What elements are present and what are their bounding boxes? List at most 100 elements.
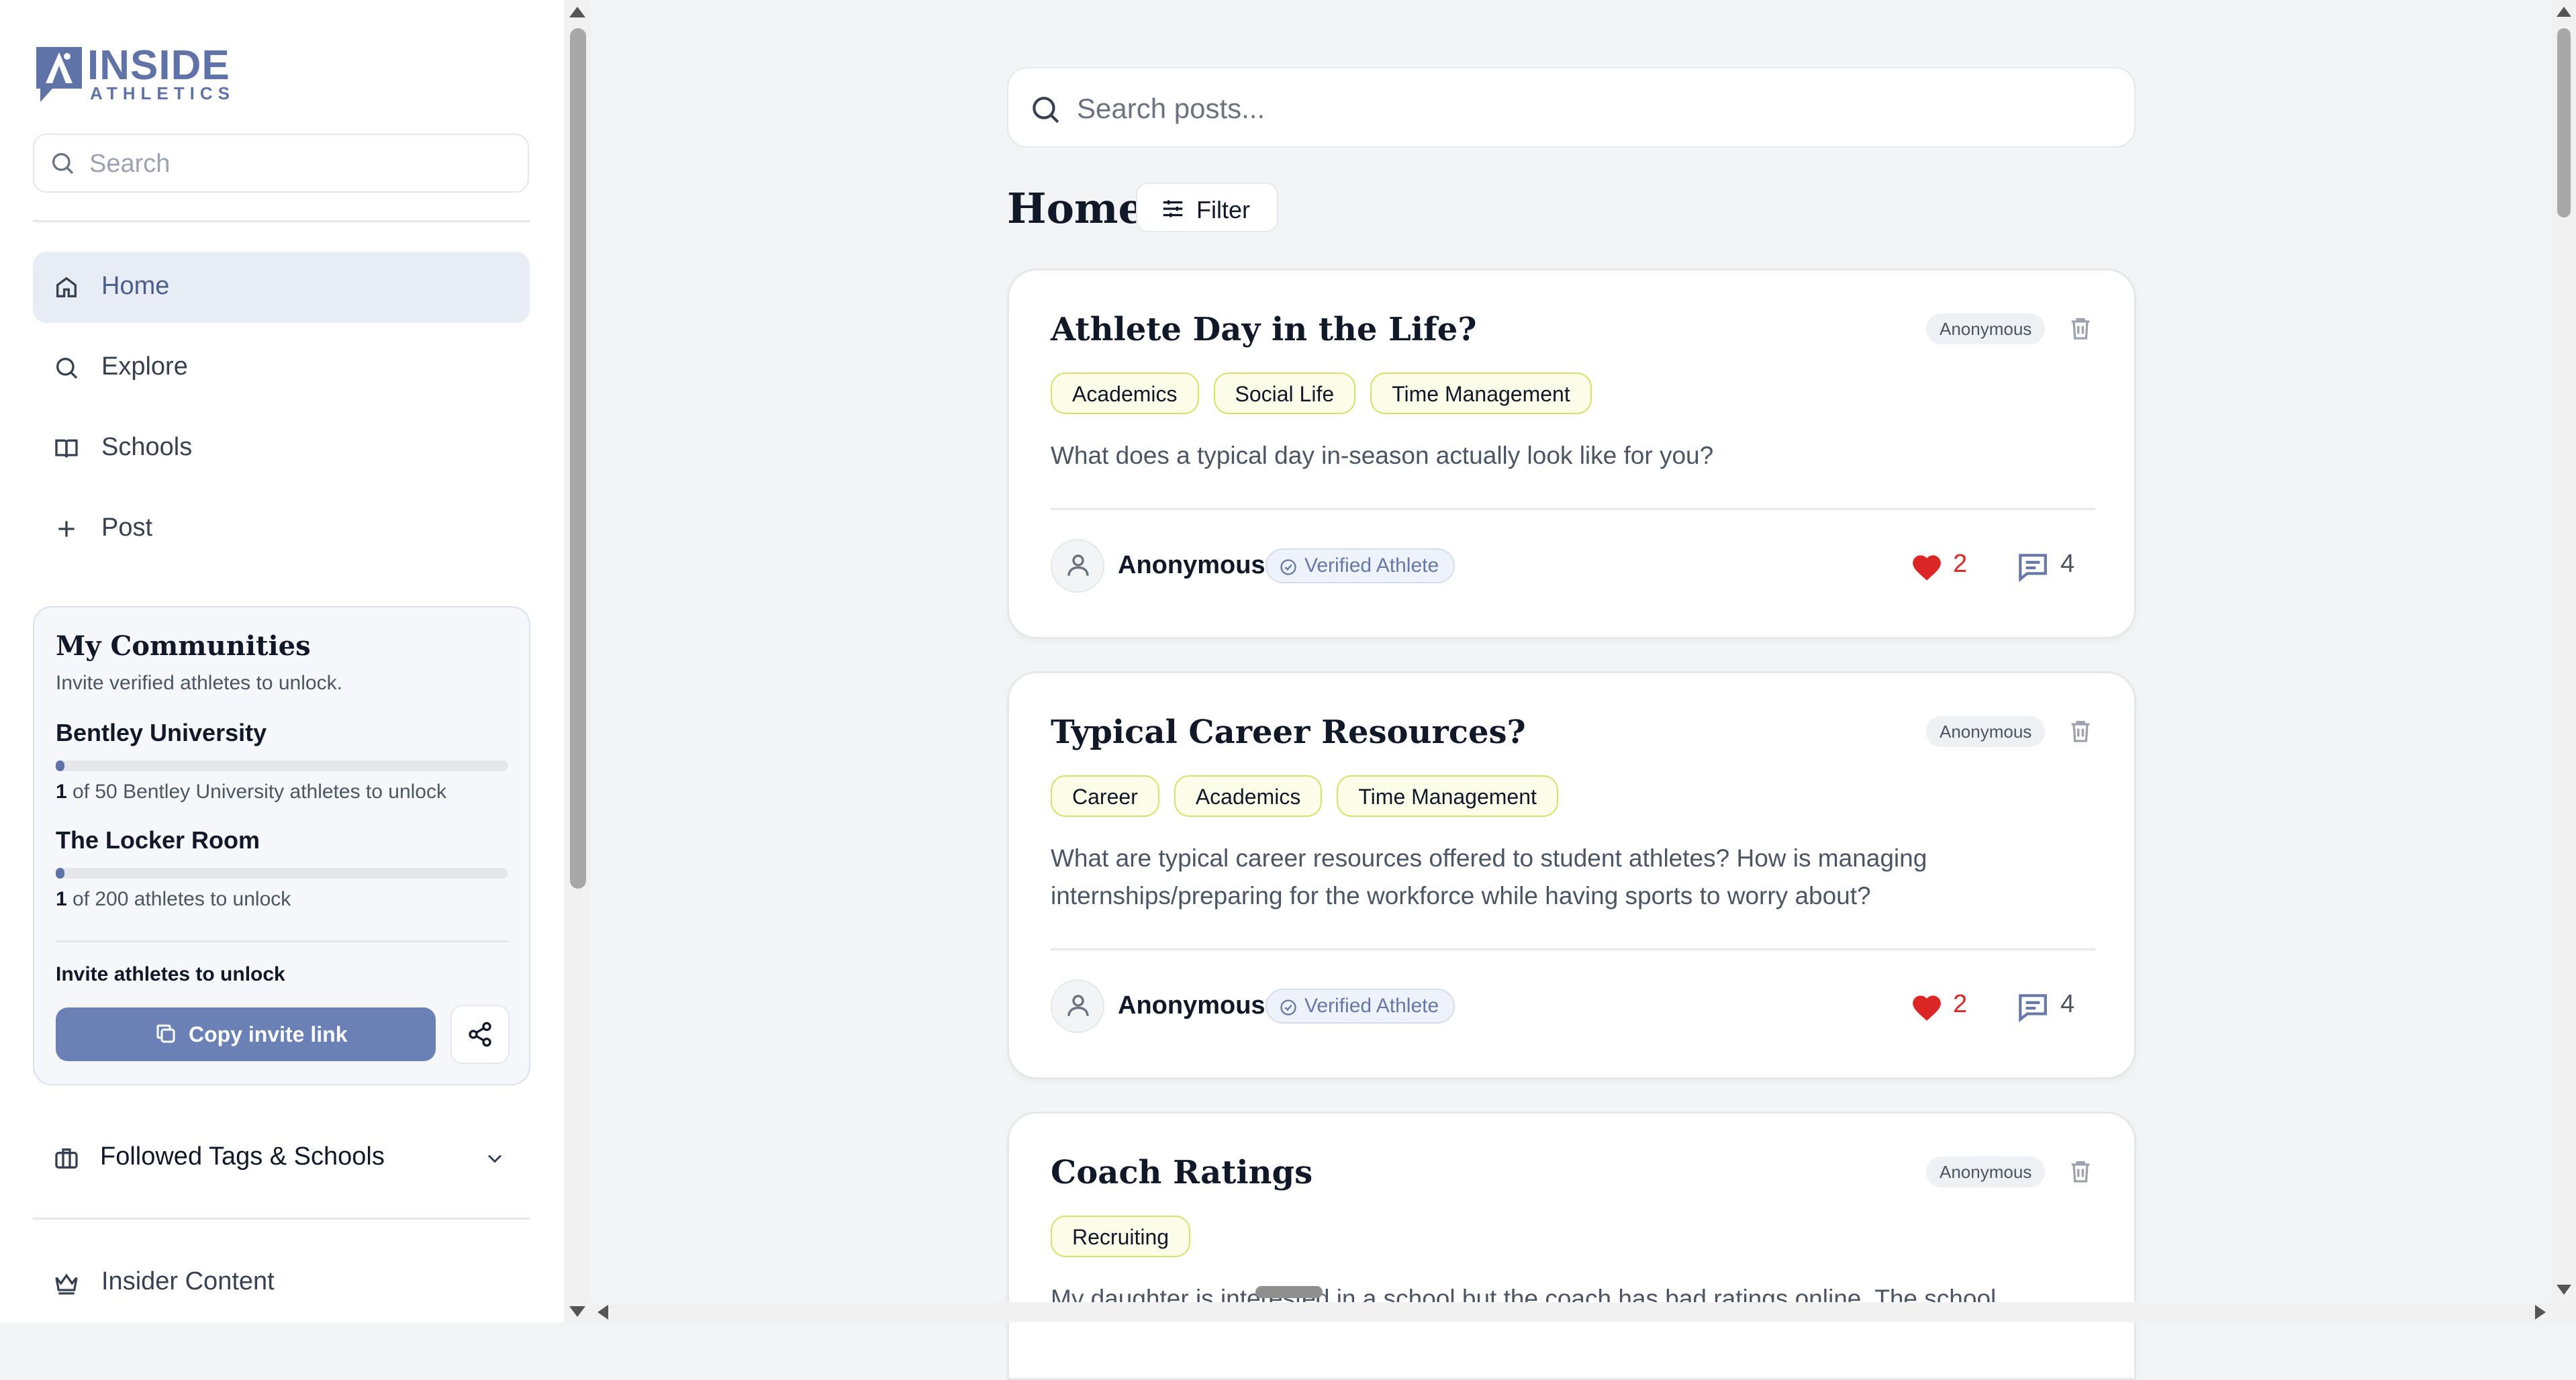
nav-label-explore: Explore [101, 352, 188, 381]
avatar [1051, 539, 1104, 593]
page-title: Home [1007, 184, 1145, 233]
verified-athlete-label: Verified Athlete [1304, 995, 1439, 1017]
post-footer: Anonymous Verified Athlete 2 4 [1051, 539, 2095, 595]
chevron-down-icon [487, 1154, 502, 1163]
search-icon [56, 358, 78, 379]
author-name: Anonymous [1118, 551, 1266, 579]
filter-button[interactable]: Filter [1136, 183, 1278, 232]
post-card[interactable]: Typical Career Resources? Anonymous Care… [1007, 671, 2136, 1079]
community-progress-bar [56, 760, 508, 771]
nav-item-insider-content[interactable]: Insider Content [33, 1254, 530, 1314]
anonymous-badge: Anonymous [1926, 1156, 2046, 1187]
comment-count: 4 [2060, 550, 2075, 578]
tag-chip[interactable]: Career [1051, 775, 1159, 817]
community-progress-fill [56, 868, 65, 879]
like-count: 2 [1953, 990, 1968, 1018]
nav-item-home[interactable]: Home [33, 252, 530, 323]
main-scrollbar-thumb[interactable] [2557, 28, 2571, 217]
check-circle-icon [1280, 999, 1296, 1016]
like-count: 2 [1953, 550, 1968, 578]
followed-tags-schools-toggle[interactable]: Followed Tags & Schools [33, 1128, 530, 1188]
copy-icon [156, 1024, 175, 1043]
scroll-up-arrow-icon[interactable] [2557, 7, 2571, 17]
user-icon [1067, 554, 1089, 576]
trash-icon[interactable] [2067, 718, 2094, 744]
plus-icon [58, 521, 75, 537]
scroll-up-arrow-icon[interactable] [569, 7, 585, 17]
communities-divider [56, 940, 508, 942]
community-name: The Locker Room [56, 826, 260, 854]
trash-icon[interactable] [2067, 315, 2094, 342]
sidebar-divider [33, 220, 530, 222]
community-progress-count: 1 [56, 781, 67, 803]
verified-athlete-badge: Verified Athlete [1266, 548, 1456, 583]
app-logo[interactable]: INSIDE ATHLETICS [32, 42, 234, 109]
nav-item-schools[interactable]: Schools [33, 413, 530, 484]
tag-list: Recruiting [1051, 1216, 1191, 1257]
search-icon [52, 153, 74, 175]
horizontal-scrollbar[interactable] [591, 1302, 2551, 1322]
share-icon [469, 1022, 491, 1047]
community-progress-count: 1 [56, 888, 67, 910]
post-title[interactable]: Athlete Day in the Life? [1051, 311, 1476, 348]
user-icon [1067, 995, 1089, 1016]
tag-chip[interactable]: Time Management [1370, 373, 1592, 414]
check-circle-icon [1280, 559, 1296, 575]
communities-title: My Communities [56, 630, 311, 662]
scroll-down-arrow-icon[interactable] [569, 1306, 585, 1317]
post-card[interactable]: Athlete Day in the Life? Anonymous Acade… [1007, 268, 2136, 639]
sidebar-search-placeholder: Search [89, 150, 171, 178]
community-progress-label: of 200 athletes to unlock [66, 888, 291, 910]
post-divider [1051, 948, 2095, 950]
sidebar-search-input[interactable]: Search [33, 134, 529, 193]
verified-athlete-label: Verified Athlete [1304, 554, 1439, 577]
community-progress-text: 1 of 200 athletes to unlock [56, 888, 291, 911]
nav-item-post[interactable]: Post [33, 493, 530, 564]
comment-icon [2019, 554, 2047, 582]
tag-chip[interactable]: Recruiting [1051, 1216, 1191, 1257]
trash-icon[interactable] [2067, 1158, 2094, 1185]
nav-label-schools: Schools [101, 433, 193, 461]
community-progress-fill [56, 760, 65, 771]
search-icon [1033, 97, 1059, 124]
scroll-right-arrow-icon[interactable] [2535, 1305, 2546, 1320]
post-card[interactable]: Coach Ratings Anonymous Recruiting My da… [1007, 1112, 2136, 1380]
copy-invite-link-label: Copy invite link [189, 1022, 348, 1046]
comment-count: 4 [2060, 990, 2075, 1018]
main-search-placeholder: Search posts... [1077, 93, 1266, 124]
book-icon [55, 439, 78, 458]
post-divider [1051, 508, 2095, 510]
briefcase-icon [55, 1148, 78, 1169]
tag-chip[interactable]: Social Life [1213, 373, 1356, 414]
tag-chip[interactable]: Academics [1174, 775, 1323, 817]
scroll-down-arrow-icon[interactable] [2557, 1285, 2571, 1295]
sidebar-scrollbar-thumb[interactable] [570, 28, 586, 889]
post-title[interactable]: Coach Ratings [1051, 1154, 1313, 1191]
insider-content-label: Insider Content [101, 1267, 275, 1295]
post-title[interactable]: Typical Career Resources? [1051, 713, 1526, 751]
community-progress-label: of 50 Bentley University athletes to unl… [66, 781, 446, 803]
main-search-input[interactable]: Search posts... [1007, 67, 2136, 148]
logo-wordmark-top: INSIDE [87, 42, 230, 89]
tag-chip[interactable]: Time Management [1337, 775, 1558, 817]
heart-icon [1913, 995, 1941, 1021]
verified-athlete-badge: Verified Athlete [1266, 989, 1456, 1024]
copy-invite-link-button[interactable]: Copy invite link [56, 1007, 436, 1061]
filter-label: Filter [1196, 196, 1250, 224]
post-body: What does a typical day in-season actual… [1051, 442, 1714, 469]
anonymous-badge: Anonymous [1926, 313, 2046, 344]
logo-icon [36, 47, 82, 102]
home-icon [56, 277, 77, 297]
horizontal-scrollbar-thumb[interactable] [1255, 1286, 1323, 1298]
post-body: What are typical career resources offere… [1051, 844, 1927, 909]
comment-icon [2019, 994, 2047, 1022]
nav-label-home: Home [101, 272, 170, 300]
nav-item-explore[interactable]: Explore [33, 332, 530, 403]
share-button[interactable] [450, 1005, 510, 1064]
sidebar: INSIDE ATHLETICS Search Home Explore Sch… [0, 0, 564, 1322]
nav-label-post: Post [101, 513, 153, 542]
community-progress-bar [56, 868, 508, 879]
scroll-left-arrow-icon[interactable] [598, 1305, 608, 1320]
logo-wordmark-bottom: ATHLETICS [90, 83, 235, 103]
tag-chip[interactable]: Academics [1051, 373, 1199, 414]
